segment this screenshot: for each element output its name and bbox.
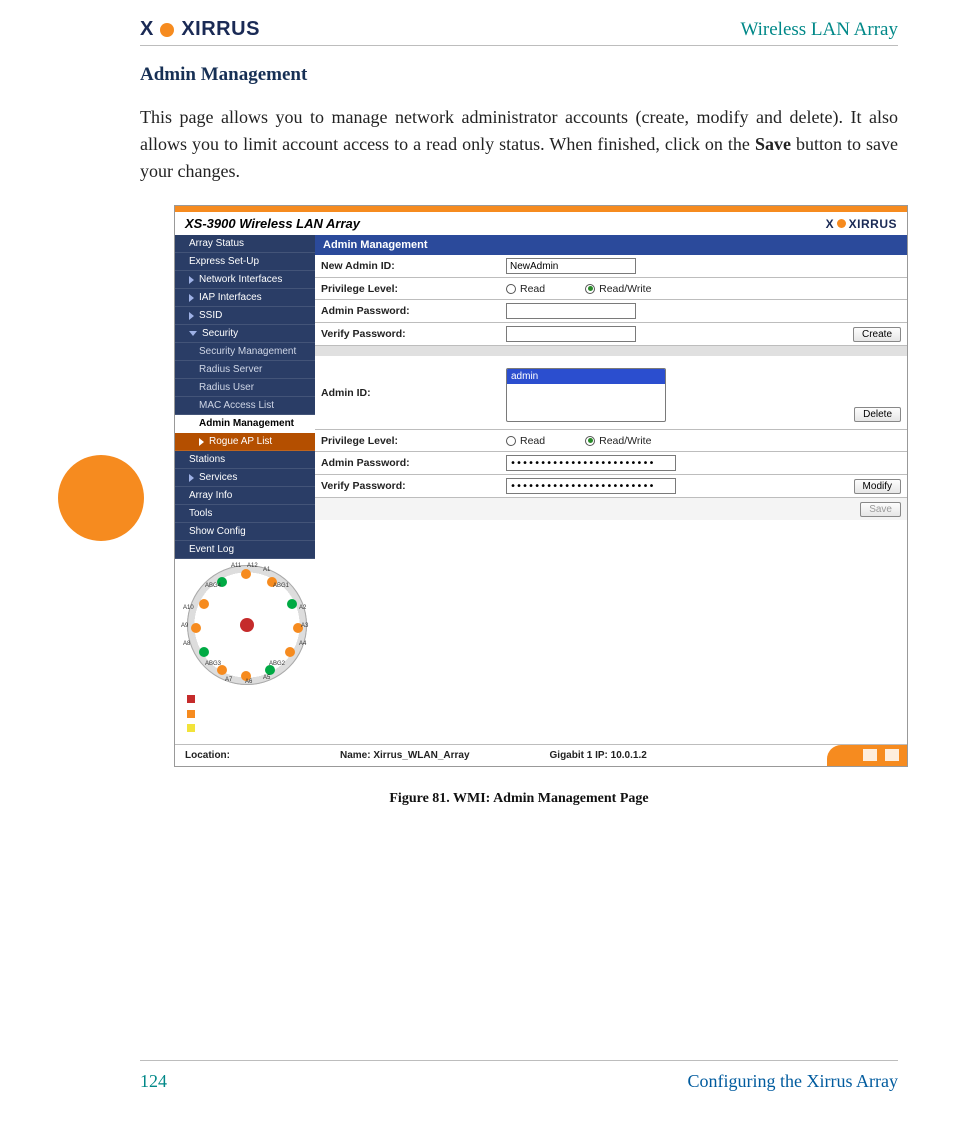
admin-password-input[interactable]	[506, 303, 636, 319]
row-pwd-new: Admin Password:	[315, 300, 907, 323]
nav-mac-access-list[interactable]: MAC Access List	[175, 397, 315, 415]
row-new-admin-id: New Admin ID:	[315, 255, 907, 278]
verify-password-edit-input[interactable]	[506, 478, 676, 494]
page-footer: 124 Configuring the Xirrus Array	[140, 1060, 898, 1092]
modify-button[interactable]: Modify	[854, 479, 901, 494]
save-button[interactable]: Save	[860, 502, 901, 517]
ss-title-bar: XS-3900 Wireless LAN Array XXIRRUS	[175, 212, 907, 235]
brand-dot-icon	[160, 23, 174, 37]
brand-logo: X XIRRUS	[140, 18, 260, 41]
antenna-diagram: A11 A12 A1 ABG4 ABG1 A10 A2 A9 A3 A8 A4 …	[175, 559, 315, 744]
sidebar-nav: Array Status Express Set-Up Network Inte…	[175, 235, 315, 744]
led-icon	[241, 569, 251, 579]
radio-read-edit[interactable]: Read	[506, 435, 545, 447]
row-pwd-edit: Admin Password:	[315, 452, 907, 475]
ss-brand: XXIRRUS	[826, 217, 897, 231]
radio-readwrite-edit[interactable]: Read/Write	[585, 435, 651, 447]
nav-rogue-ap-list[interactable]: Rogue AP List	[175, 433, 315, 451]
general-dot-icon	[187, 724, 195, 732]
nav-array-info[interactable]: Array Info	[175, 487, 315, 505]
chevron-right-icon	[189, 312, 194, 320]
verify-password-input[interactable]	[506, 326, 636, 342]
nav-stations[interactable]: Stations	[175, 451, 315, 469]
footer-location-label: Location:	[175, 750, 240, 761]
chevron-down-icon	[189, 331, 197, 336]
ss-brand-name: XIRRUS	[849, 217, 897, 231]
led-icon	[191, 623, 201, 633]
critical-dot-icon	[187, 695, 195, 703]
ss-product-name: XS-3900 Wireless LAN Array	[185, 216, 360, 231]
help-icon[interactable]	[885, 749, 899, 761]
ss-status-bar: Location: Name: Xirrus_WLAN_Array Gigabi…	[175, 744, 907, 766]
margin-dot-icon	[58, 455, 144, 541]
page-number: 124	[140, 1071, 167, 1092]
nav-express-setup[interactable]: Express Set-Up	[175, 253, 315, 271]
doc-title: Wireless LAN Array	[740, 19, 898, 41]
radio-read-new[interactable]: Read	[506, 283, 545, 295]
led-icon	[287, 599, 297, 609]
nav-radius-server[interactable]: Radius Server	[175, 361, 315, 379]
nav-radius-user[interactable]: Radius User	[175, 379, 315, 397]
chevron-right-icon	[189, 276, 194, 284]
chevron-right-icon	[189, 294, 194, 302]
nav-show-config[interactable]: Show Config	[175, 523, 315, 541]
led-icon	[285, 647, 295, 657]
chevron-right-icon	[189, 474, 194, 482]
warning-dot-icon	[187, 710, 195, 718]
main-panel: Admin Management New Admin ID: Privilege…	[315, 235, 907, 744]
admin-option[interactable]: admin	[507, 369, 665, 384]
create-button[interactable]: Create	[853, 327, 901, 342]
nav-security-management[interactable]: Security Management	[175, 343, 315, 361]
delete-button[interactable]: Delete	[854, 407, 901, 422]
figure-caption: Figure 81. WMI: Admin Management Page	[140, 791, 898, 807]
nav-event-log[interactable]: Event Log	[175, 541, 315, 559]
screenshot: XS-3900 Wireless LAN Array XXIRRUS Array…	[174, 205, 908, 767]
section-heading: Admin Management	[140, 64, 898, 86]
nav-tools[interactable]: Tools	[175, 505, 315, 523]
row-save: Save	[315, 498, 907, 520]
row-admin-id: Admin ID: admin Delete	[315, 356, 907, 430]
footer-section: Configuring the Xirrus Array	[688, 1071, 898, 1092]
print-icon[interactable]	[863, 749, 877, 761]
radio-readwrite-new[interactable]: Read/Write	[585, 283, 651, 295]
brand-dot-icon	[837, 219, 846, 228]
antenna-center-icon	[240, 618, 254, 632]
page-header-row: X XIRRUS Wireless LAN Array	[140, 18, 898, 46]
messages-summary: Critical Msgs:3 Warning Msgs:0 General M…	[181, 689, 315, 744]
nav-network-interfaces[interactable]: Network Interfaces	[175, 271, 315, 289]
nav-services[interactable]: Services	[175, 469, 315, 487]
admin-id-list[interactable]: admin	[506, 368, 666, 422]
led-icon	[199, 599, 209, 609]
new-admin-id-input[interactable]	[506, 258, 636, 274]
nav-array-status[interactable]: Array Status	[175, 235, 315, 253]
nav-security[interactable]: Security	[175, 325, 315, 343]
brand-name: XIRRUS	[181, 18, 260, 41]
row-verify-edit: Verify Password: Modify	[315, 475, 907, 498]
footer-orange-tab	[827, 745, 907, 766]
row-priv-new: Privilege Level: Read Read/Write	[315, 278, 907, 300]
row-verify-new: Verify Password: Create	[315, 323, 907, 346]
para-bold: Save	[755, 134, 791, 154]
nav-ssid[interactable]: SSID	[175, 307, 315, 325]
nav-admin-management[interactable]: Admin Management	[175, 415, 315, 433]
admin-password-edit-input[interactable]	[506, 455, 676, 471]
panel-header: Admin Management	[315, 235, 907, 255]
nav-iap-interfaces[interactable]: IAP Interfaces	[175, 289, 315, 307]
chevron-right-icon	[199, 438, 204, 446]
intro-paragraph: This page allows you to manage network a…	[140, 104, 898, 185]
row-priv-edit: Privilege Level: Read Read/Write	[315, 430, 907, 452]
led-icon	[199, 647, 209, 657]
